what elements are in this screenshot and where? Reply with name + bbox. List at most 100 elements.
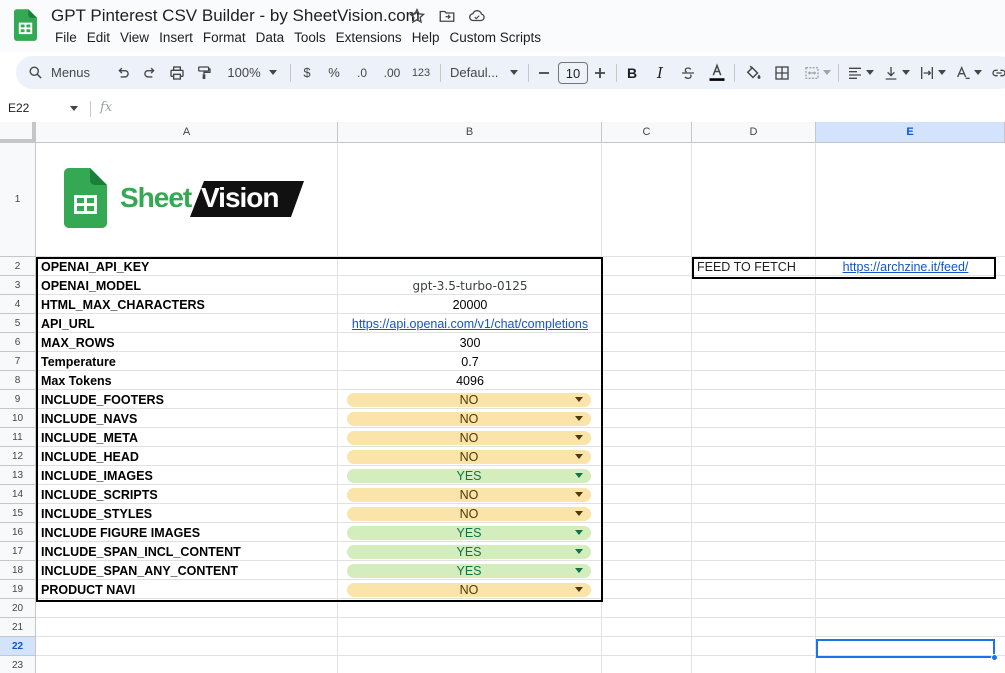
setting-key-cell[interactable]: INCLUDE_NAVS (36, 409, 338, 428)
dropdown-chip[interactable]: YES (347, 564, 591, 578)
name-box[interactable]: E22 (8, 101, 29, 115)
row-header-17[interactable]: 17 (0, 542, 36, 561)
row-header-9[interactable]: 9 (0, 390, 36, 409)
text-rotation-button[interactable] (952, 56, 984, 89)
setting-key-cell[interactable]: INCLUDE_SPAN_ANY_CONTENT (36, 561, 338, 580)
increase-font-size-button[interactable] (592, 56, 608, 89)
dropdown-arrow-icon[interactable] (575, 473, 583, 478)
menu-help[interactable]: Help (407, 29, 445, 46)
row-header-20[interactable]: 20 (0, 599, 36, 618)
google-sheets-logo-icon[interactable] (14, 9, 37, 41)
text-wrapping-button[interactable] (916, 56, 948, 89)
row-header-13[interactable]: 13 (0, 466, 36, 485)
decrease-font-size-button[interactable] (536, 56, 552, 89)
dropdown-chip[interactable]: NO (347, 507, 591, 521)
row-header-6[interactable]: 6 (0, 333, 36, 352)
feed-url-link[interactable]: https://archzine.it/feed/ (816, 257, 995, 276)
dropdown-arrow-icon[interactable] (575, 511, 583, 516)
menu-view[interactable]: View (115, 29, 154, 46)
setting-value-cell[interactable]: gpt-3.5-turbo-0125 (338, 276, 602, 295)
setting-value-link[interactable]: https://api.openai.com/v1/chat/completio… (338, 314, 602, 333)
currency-format-button[interactable]: $ (298, 56, 316, 89)
setting-value-cell[interactable]: 300 (338, 333, 602, 352)
row-header-2[interactable]: 2 (0, 257, 36, 276)
menu-file[interactable]: File (50, 29, 82, 46)
cloud-status-icon[interactable] (468, 7, 486, 25)
setting-key-cell[interactable]: INCLUDE_FOOTERS (36, 390, 338, 409)
row-header-16[interactable]: 16 (0, 523, 36, 542)
menu-format[interactable]: Format (198, 29, 251, 46)
dropdown-chip[interactable]: YES (347, 545, 591, 559)
setting-key-cell[interactable]: INCLUDE_IMAGES (36, 466, 338, 485)
dropdown-arrow-icon[interactable] (575, 568, 583, 573)
dropdown-arrow-icon[interactable] (575, 549, 583, 554)
setting-key-cell[interactable]: API_URL (36, 314, 338, 333)
dropdown-chip[interactable]: YES (347, 469, 591, 483)
dropdown-arrow-icon[interactable] (575, 587, 583, 592)
redo-button[interactable] (140, 56, 160, 89)
setting-key-cell[interactable]: HTML_MAX_CHARACTERS (36, 295, 338, 314)
row-header-18[interactable]: 18 (0, 561, 36, 580)
dropdown-arrow-icon[interactable] (575, 397, 583, 402)
dropdown-chip[interactable]: NO (347, 393, 591, 407)
horizontal-align-button[interactable] (844, 56, 876, 89)
menu-extensions[interactable]: Extensions (331, 29, 407, 46)
dropdown-chip[interactable]: NO (347, 583, 591, 597)
dropdown-chip[interactable]: NO (347, 488, 591, 502)
dropdown-chip[interactable]: NO (347, 412, 591, 426)
setting-key-cell[interactable]: INCLUDE_SPAN_INCL_CONTENT (36, 542, 338, 561)
menu-data[interactable]: Data (251, 29, 290, 46)
dropdown-chip[interactable]: NO (347, 431, 591, 445)
chevron-down-icon[interactable] (70, 106, 78, 111)
setting-key-cell[interactable]: PRODUCT NAVI (36, 580, 338, 599)
row-header-12[interactable]: 12 (0, 447, 36, 466)
zoom-select[interactable]: 100% (222, 56, 282, 89)
borders-button[interactable] (772, 56, 792, 89)
document-title[interactable]: GPT Pinterest CSV Builder - by SheetVisi… (51, 6, 420, 26)
row-header-22[interactable]: 22 (0, 637, 36, 656)
setting-key-cell[interactable]: INCLUDE_META (36, 428, 338, 447)
dropdown-arrow-icon[interactable] (575, 530, 583, 535)
setting-key-cell[interactable]: Max Tokens (36, 371, 338, 390)
increase-decimal-button[interactable]: .00 (378, 56, 406, 89)
fill-color-button[interactable] (742, 56, 764, 89)
percent-format-button[interactable]: % (324, 56, 344, 89)
row-header-10[interactable]: 10 (0, 409, 36, 428)
column-header-b[interactable]: B (338, 122, 602, 143)
row-header-21[interactable]: 21 (0, 618, 36, 637)
row-header-5[interactable]: 5 (0, 314, 36, 333)
setting-key-cell[interactable]: OPENAI_API_KEY (36, 257, 338, 276)
select-all-corner[interactable] (0, 122, 36, 143)
italic-button[interactable]: I (650, 56, 670, 89)
menu-edit[interactable]: Edit (82, 29, 115, 46)
column-header-e[interactable]: E (816, 122, 1005, 143)
row-header-8[interactable]: 8 (0, 371, 36, 390)
dropdown-arrow-icon[interactable] (575, 435, 583, 440)
merge-cells-button[interactable] (800, 56, 834, 89)
vertical-align-button[interactable] (880, 56, 912, 89)
font-select[interactable]: Defaul... (446, 56, 522, 89)
dropdown-chip[interactable]: YES (347, 526, 591, 540)
setting-key-cell[interactable]: INCLUDE_STYLES (36, 504, 338, 523)
column-header-c[interactable]: C (602, 122, 692, 143)
row-header-4[interactable]: 4 (0, 295, 36, 314)
strikethrough-button[interactable] (678, 56, 698, 89)
setting-value-cell[interactable]: 0.7 (338, 352, 602, 371)
fill-handle[interactable] (991, 654, 998, 661)
row-header-7[interactable]: 7 (0, 352, 36, 371)
setting-key-cell[interactable]: INCLUDE_HEAD (36, 447, 338, 466)
bold-button[interactable]: B (622, 56, 642, 89)
undo-button[interactable] (112, 56, 132, 89)
setting-value-cell[interactable] (338, 257, 602, 276)
setting-key-cell[interactable]: MAX_ROWS (36, 333, 338, 352)
more-formats-button[interactable]: 123 (408, 56, 434, 89)
row-header-14[interactable]: 14 (0, 485, 36, 504)
font-size-input[interactable]: 10 (558, 62, 588, 84)
dropdown-arrow-icon[interactable] (575, 454, 583, 459)
menu-custom-scripts[interactable]: Custom Scripts (444, 29, 546, 46)
setting-key-cell[interactable]: OPENAI_MODEL (36, 276, 338, 295)
setting-value-cell[interactable]: 4096 (338, 371, 602, 390)
dropdown-arrow-icon[interactable] (575, 416, 583, 421)
setting-key-cell[interactable]: Temperature (36, 352, 338, 371)
column-header-d[interactable]: D (692, 122, 816, 143)
